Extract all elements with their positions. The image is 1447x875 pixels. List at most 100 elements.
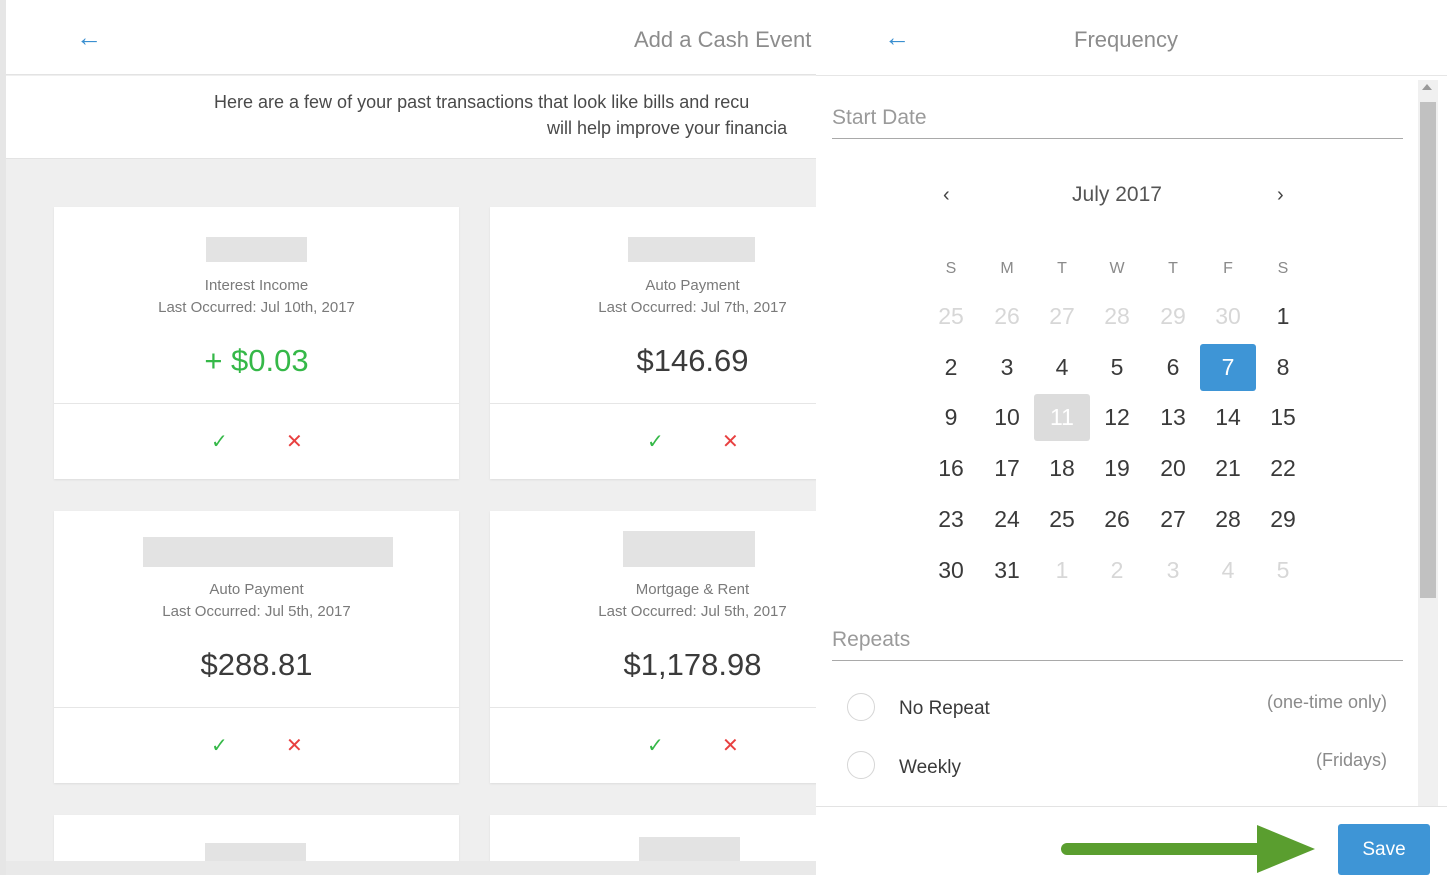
calendar-day[interactable]: 8 (1255, 344, 1311, 391)
reject-x-icon[interactable]: ✕ (722, 733, 739, 758)
calendar-day[interactable]: 1 (1255, 293, 1311, 340)
chevron-right-icon[interactable]: › (1277, 184, 1284, 207)
calendar-day[interactable]: 24 (979, 496, 1035, 543)
card-last-occurred: Last Occurred: Jul 5th, 2017 (162, 603, 351, 620)
transaction-card: Mortgage & Rent Last Occurred: Jul 5th, … (490, 511, 816, 783)
card-body: Interest Income Last Occurred: Jul 10th,… (54, 207, 459, 404)
calendar-day[interactable]: 14 (1200, 394, 1256, 441)
accept-check-icon[interactable]: ✓ (647, 429, 664, 454)
calendar-day-outside-month: 2 (1110, 556, 1124, 583)
calendar-day[interactable]: 26 (1089, 496, 1145, 543)
card-amount: $1,178.98 (623, 647, 762, 682)
card-body: Auto Payment Last Occurred: Jul 5th, 201… (54, 511, 459, 708)
page-title: Add a Cash Event (634, 27, 812, 52)
intro-text: Here are a few of your past transactions… (6, 76, 816, 159)
calendar-day[interactable]: 31 (979, 547, 1035, 594)
calendar-day-outside-month: 25 (938, 303, 964, 329)
scroll-up-arrow-icon[interactable] (1422, 84, 1432, 90)
back-arrow-icon[interactable]: ← (76, 22, 102, 53)
start-date-label: Start Date (832, 106, 1403, 139)
card-amount: $146.69 (636, 343, 749, 378)
weekday-header: F (1223, 260, 1233, 277)
repeats-label: Repeats (832, 628, 1403, 661)
card-category: Auto Payment (645, 277, 740, 294)
card-last-occurred: Last Occurred: Jul 10th, 2017 (158, 299, 355, 316)
weekday-header: M (1000, 260, 1014, 277)
accept-check-icon[interactable]: ✓ (647, 733, 664, 758)
back-arrow-icon[interactable]: ← (884, 22, 910, 53)
horizontal-scrollbar[interactable] (6, 861, 816, 875)
card-body: Mortgage & Rent Last Occurred: Jul 5th, … (490, 511, 816, 708)
redacted-name (206, 237, 307, 262)
weekly-radio[interactable] (847, 751, 875, 779)
weekday-header: S (1277, 260, 1289, 277)
calendar-day[interactable]: 15 (1255, 394, 1311, 441)
accept-check-icon[interactable]: ✓ (211, 429, 228, 454)
calendar-day-outside-month: 26 (994, 303, 1020, 329)
calendar-day-outside-month: 30 (1215, 303, 1241, 329)
reject-x-icon[interactable]: ✕ (722, 429, 739, 454)
card-amount: + $0.03 (204, 343, 309, 378)
calendar-day[interactable]: 5 (1089, 344, 1145, 391)
add-cash-event-panel: ← Add a Cash Event Here are a few of you… (0, 0, 816, 875)
calendar-day[interactable]: 27 (1145, 496, 1201, 543)
weekly-note: (Fridays) (1316, 750, 1387, 770)
calendar-day[interactable]: 19 (1089, 445, 1145, 492)
calendar-day[interactable]: 21 (1200, 445, 1256, 492)
weekday-header: T (1057, 260, 1067, 277)
calendar-day[interactable]: 16 (923, 445, 979, 492)
weekly-label: Weekly (899, 757, 961, 778)
calendar-day[interactable]: 12 (1089, 394, 1145, 441)
card-last-occurred: Last Occurred: Jul 5th, 2017 (598, 603, 787, 620)
card-category: Interest Income (204, 277, 309, 294)
frequency-form: Start Date ‹ July 2017 › S M T W T F S 25 26 27 28… (816, 92, 1447, 806)
calendar-day-outside-month: 27 (1049, 303, 1075, 329)
calendar-day[interactable]: 25 (1034, 496, 1090, 543)
redacted-name (143, 537, 393, 567)
calendar-day[interactable]: 23 (923, 496, 979, 543)
transaction-card: Auto Payment Last Occurred: Jul 7th, 201… (490, 207, 816, 479)
reject-x-icon[interactable]: ✕ (286, 429, 303, 454)
calendar-day-outside-month: 29 (1160, 303, 1186, 329)
intro-line-1: Here are a few of your past transactions… (214, 92, 750, 112)
chevron-left-icon[interactable]: ‹ (943, 184, 950, 207)
calendar-month: July 2017 (1072, 183, 1162, 206)
calendar-day-selected[interactable]: 7 (1200, 343, 1256, 391)
card-body: Auto Payment Last Occurred: Jul 7th, 201… (490, 207, 816, 404)
calendar-day[interactable]: 3 (979, 344, 1035, 391)
reject-x-icon[interactable]: ✕ (286, 733, 303, 758)
calendar-day[interactable]: 4 (1034, 344, 1090, 391)
intro-line-2: will help improve your financia (547, 118, 788, 138)
weekday-header: W (1109, 260, 1125, 277)
no-repeat-note: (one-time only) (1266, 692, 1387, 712)
calendar-day[interactable]: 13 (1145, 394, 1201, 441)
card-category: Mortgage & Rent (635, 581, 750, 598)
calendar-day[interactable]: 30 (923, 547, 979, 594)
no-repeat-radio[interactable] (847, 693, 875, 721)
calendar-day[interactable]: 17 (979, 445, 1035, 492)
accept-check-icon[interactable]: ✓ (211, 733, 228, 758)
weekday-header: T (1168, 260, 1178, 277)
no-repeat-label: No Repeat (899, 698, 990, 719)
calendar-day[interactable]: 20 (1145, 445, 1201, 492)
calendar-day[interactable]: 9 (923, 394, 979, 441)
calendar-day[interactable]: 28 (1200, 496, 1256, 543)
redacted-name (628, 237, 755, 262)
calendar-day-today[interactable]: 11 (1034, 394, 1090, 442)
panel-title: Frequency (1074, 27, 1178, 52)
scrollbar-thumb[interactable] (1420, 102, 1436, 598)
calendar-day[interactable]: 18 (1034, 445, 1090, 492)
panel-footer: Save (816, 806, 1447, 875)
calendar-day[interactable]: 29 (1255, 496, 1311, 543)
calendar-day[interactable]: 22 (1255, 445, 1311, 492)
card-category: Auto Payment (209, 581, 304, 598)
calendar-day[interactable]: 10 (979, 394, 1035, 441)
redacted-name (623, 531, 755, 567)
transaction-card: Interest Income Last Occurred: Jul 10th,… (54, 207, 459, 479)
save-button[interactable]: Save (1338, 824, 1430, 875)
card-last-occurred: Last Occurred: Jul 7th, 2017 (598, 299, 787, 316)
calendar-day[interactable]: 2 (923, 344, 979, 391)
calendar-day-outside-month: 4 (1221, 556, 1235, 583)
calendar-day[interactable]: 6 (1145, 344, 1201, 391)
calendar-day-outside-month: 1 (1055, 556, 1069, 583)
